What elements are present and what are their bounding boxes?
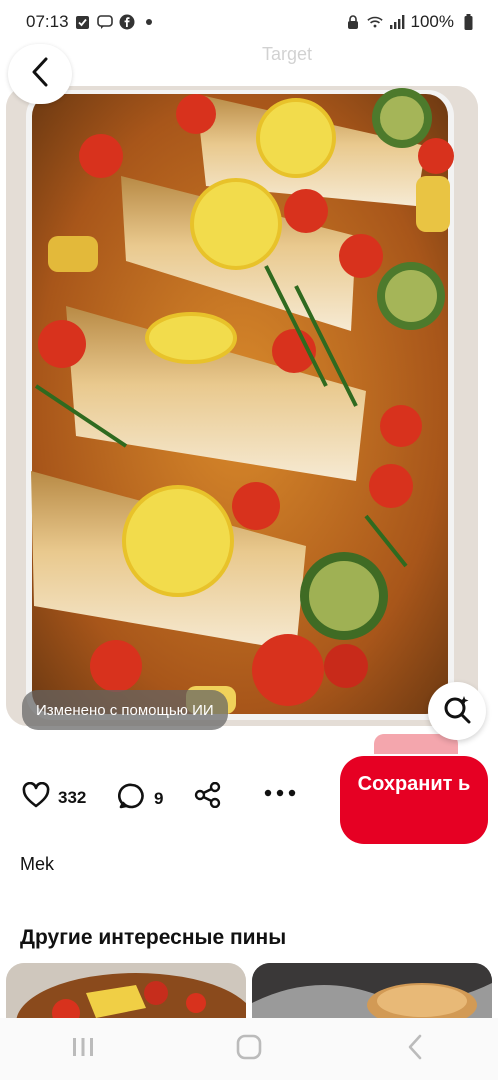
nav-back-button[interactable] [400,1034,430,1064]
more-options-button[interactable] [264,782,296,802]
facebook-notification-icon [119,14,135,30]
nav-back-icon [407,1034,423,1065]
faded-header-title: Target [262,44,313,64]
nav-home-button[interactable] [234,1034,264,1064]
more-icon [264,782,296,802]
system-nav-bar [0,1018,498,1080]
battery-percent: 100% [410,12,454,31]
status-bar: 07:13 100% [0,0,498,44]
signal-icon [389,14,405,30]
pin-image[interactable] [6,86,478,726]
like-count: 332 [58,787,87,807]
comment-count: 9 [154,788,164,808]
ai-edited-badge: Изменено с помощью ИИ [22,690,228,730]
heart-icon [22,781,50,813]
pin-author[interactable]: Mek [20,854,54,875]
dot-notification-icon [141,14,157,30]
visual-search-button[interactable] [428,682,486,740]
related-pin-1-image [6,963,246,1025]
wifi-icon [366,14,383,30]
lock-status-icon [345,14,361,30]
status-right: 100% [345,12,476,32]
like-button[interactable]: 332 [22,781,87,813]
nav-recents-icon [71,1036,95,1063]
baked-fish-illustration [6,86,478,726]
share-icon [194,781,222,813]
more-pins-title: Другие интересные пины [20,926,287,949]
status-left: 07:13 [26,12,157,32]
share-button[interactable] [194,781,222,813]
related-pin-2[interactable] [252,963,492,1025]
related-pin-1[interactable] [6,963,246,1025]
save-button[interactable]: Сохранит ь [340,756,488,844]
status-time: 07:13 [26,12,69,31]
back-button[interactable] [8,44,72,104]
back-arrow-icon [30,57,50,92]
visual-search-icon [442,694,472,729]
comment-button[interactable]: 9 [117,782,164,815]
comment-icon [117,782,146,815]
chat-notification-icon [96,14,113,30]
battery-icon [460,14,476,30]
related-pin-2-image [252,963,492,1025]
checkbox-notification-icon [75,14,91,30]
nav-recents-button[interactable] [68,1034,98,1064]
nav-home-icon [236,1034,262,1065]
